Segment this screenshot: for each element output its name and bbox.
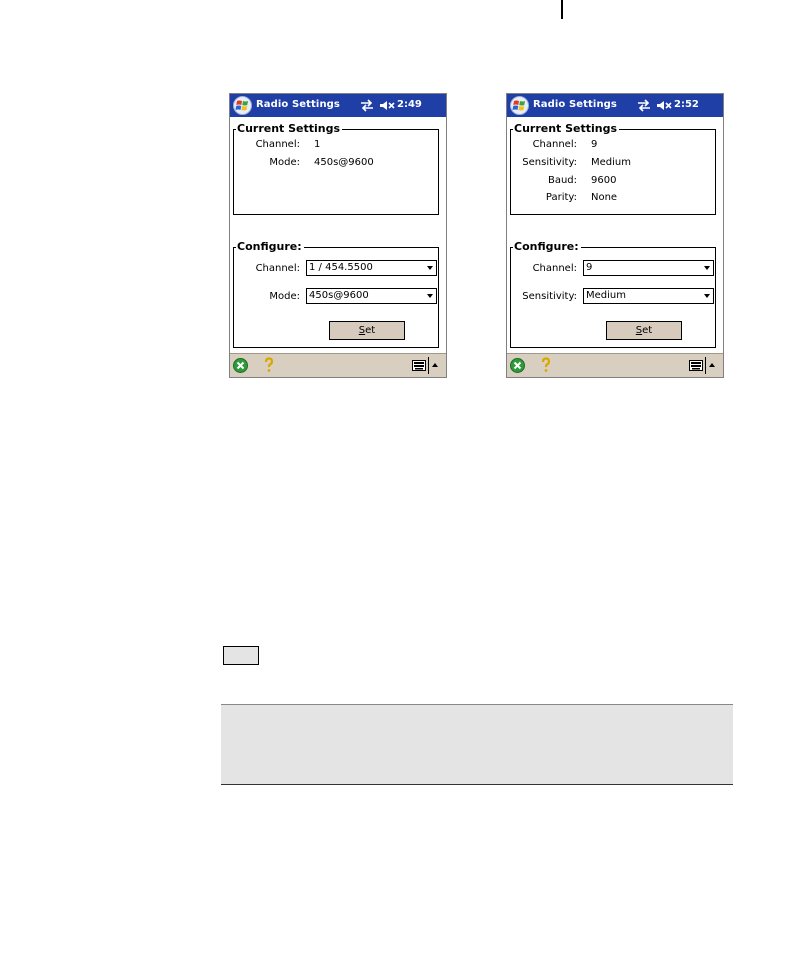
configure-group: Configure: Channel: 9 Sensitivity: Mediu… [510, 240, 716, 348]
config-label-sensitivity: Sensitivity: [522, 291, 577, 302]
separator [705, 357, 706, 374]
setting-label: Parity: [545, 192, 577, 203]
command-bar [507, 353, 723, 377]
keyboard-icon[interactable] [689, 360, 703, 371]
config-label-mode: Mode: [269, 291, 300, 302]
windows-start-icon[interactable] [233, 96, 252, 115]
set-label-rest: et [365, 325, 376, 336]
command-bar [230, 353, 446, 377]
sync-icon[interactable] [637, 99, 651, 112]
combo-arrow-icon[interactable] [704, 294, 710, 298]
note-box [221, 705, 733, 784]
speaker-mute-icon[interactable] [656, 100, 672, 111]
configure-group: Configure: Channel: 1 / 454.5500 Mode: 4… [233, 240, 439, 348]
group-title: Configure: [236, 240, 304, 253]
setting-label: Channel: [255, 139, 300, 150]
setting-value: 450s@9600 [314, 157, 374, 168]
clock[interactable]: 2:52 [674, 99, 699, 110]
title-bar: Radio Settings 2:52 [507, 94, 723, 117]
sync-icon[interactable] [360, 99, 374, 112]
help-icon[interactable] [263, 357, 275, 373]
page-margin-line [561, 0, 563, 19]
group-title: Current Settings [513, 122, 620, 135]
sensitivity-combo[interactable]: Medium [583, 288, 714, 304]
setting-value: 9600 [591, 175, 617, 186]
combo-value: Medium [586, 290, 626, 301]
current-settings-group: Current Settings Channel: 1 Mode: 450s@9… [233, 122, 439, 215]
app-title: Radio Settings [533, 99, 617, 110]
ok-close-icon[interactable] [233, 358, 248, 373]
setting-label: Sensitivity: [522, 157, 577, 168]
set-button[interactable]: Set [329, 321, 405, 340]
input-panel-arrow-icon[interactable] [709, 363, 715, 367]
current-settings-group: Current Settings Channel: 9 Sensitivity:… [510, 122, 716, 215]
setting-value: Medium [591, 157, 631, 168]
title-bar: Radio Settings 2:49 [230, 94, 446, 117]
setting-label: Baud: [547, 175, 577, 186]
help-icon[interactable] [540, 357, 552, 373]
input-panel-arrow-icon[interactable] [432, 363, 438, 367]
speaker-mute-icon[interactable] [379, 100, 395, 111]
channel-combo[interactable]: 9 [583, 260, 714, 276]
config-label-channel: Channel: [255, 263, 300, 274]
combo-value: 1 / 454.5500 [309, 262, 373, 273]
separator [428, 357, 429, 374]
device-screen-1: Radio Settings 2:49 Current Settings Cha… [229, 93, 447, 378]
ok-close-icon[interactable] [510, 358, 525, 373]
set-label-rest: et [642, 325, 653, 336]
config-label-channel: Channel: [532, 263, 577, 274]
mode-combo[interactable]: 450s@9600 [306, 288, 437, 304]
note-bottom-rule [221, 784, 733, 785]
windows-start-icon[interactable] [510, 96, 529, 115]
app-title: Radio Settings [256, 99, 340, 110]
setting-value: None [591, 192, 618, 203]
combo-arrow-icon[interactable] [427, 294, 433, 298]
combo-arrow-icon[interactable] [704, 266, 710, 270]
channel-combo[interactable]: 1 / 454.5500 [306, 260, 437, 276]
key-box [223, 646, 259, 665]
setting-value: 9 [591, 139, 598, 150]
setting-label: Channel: [532, 139, 577, 150]
group-title: Configure: [513, 240, 581, 253]
setting-label: Mode: [269, 157, 300, 168]
setting-value: 1 [314, 139, 321, 150]
combo-value: 9 [586, 262, 593, 273]
keyboard-icon[interactable] [412, 360, 426, 371]
combo-value: 450s@9600 [309, 290, 369, 301]
combo-arrow-icon[interactable] [427, 266, 433, 270]
device-screen-2: Radio Settings 2:52 Current Settings Cha… [506, 93, 724, 378]
clock[interactable]: 2:49 [397, 99, 422, 110]
set-button[interactable]: Set [606, 321, 682, 340]
group-title: Current Settings [236, 122, 343, 135]
